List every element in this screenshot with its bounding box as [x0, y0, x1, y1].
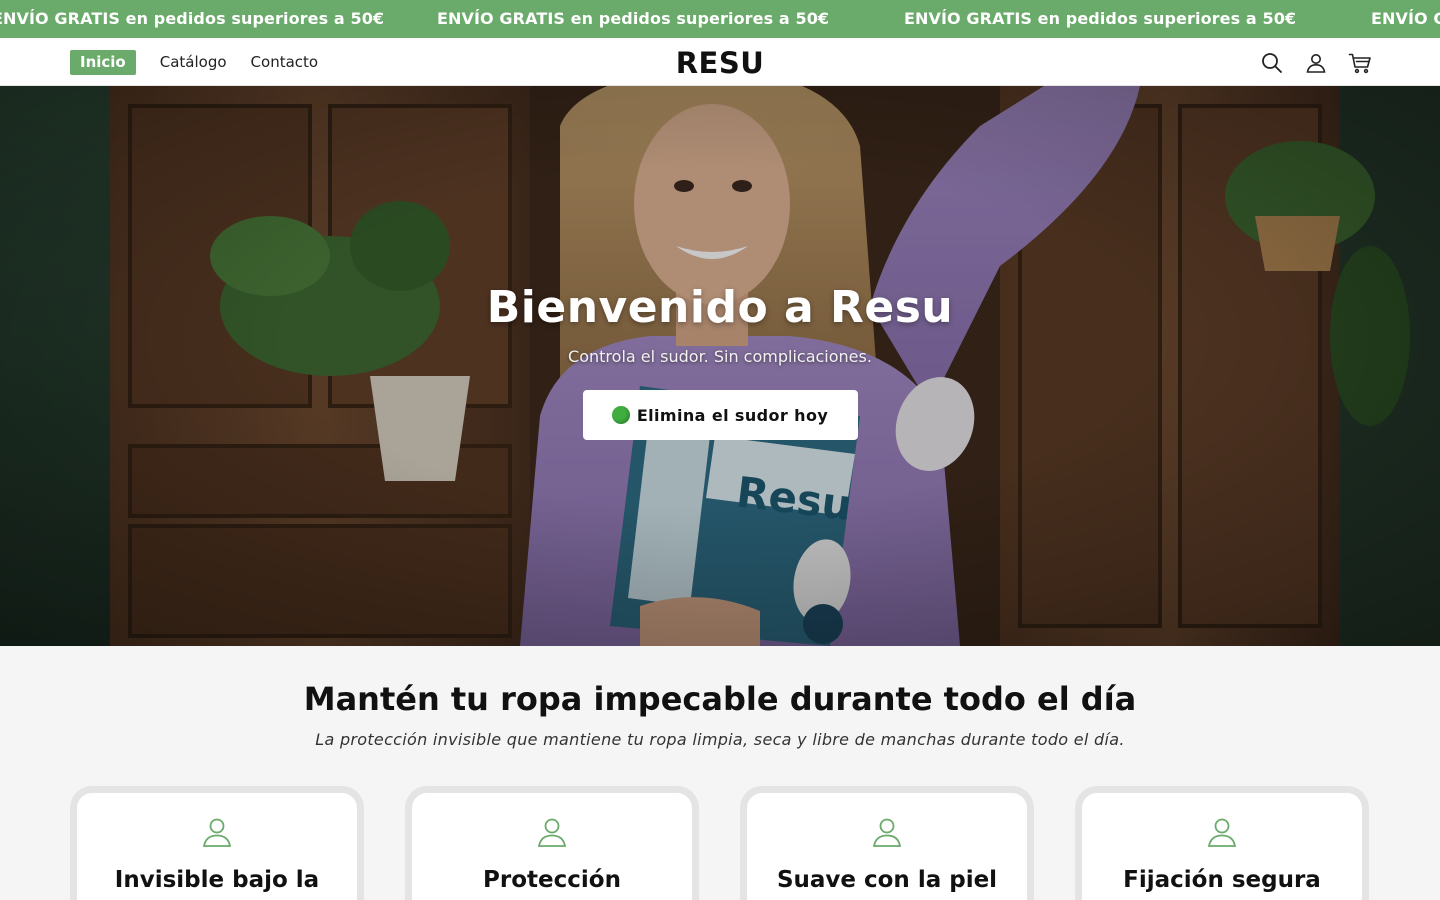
- feature-card-title: Suave con la piel: [776, 867, 998, 893]
- announcement-bar: ENVÍO GRATIS en pedidos superiores a 50€…: [0, 0, 1440, 38]
- hero-subtitle: Controla el sudor. Sin complicaciones.: [568, 347, 872, 366]
- announcement-text: ENVÍO GRATIS en pedidos superiores a 50€: [1371, 9, 1440, 28]
- site-header: Inicio Catálogo Contacto RESU: [0, 38, 1440, 86]
- features-section: Mantén tu ropa impecable durante todo el…: [0, 646, 1440, 900]
- feature-card: Fijación segura: [1075, 786, 1369, 900]
- person-icon: [200, 815, 234, 849]
- site-logo[interactable]: RESU: [0, 46, 1440, 80]
- person-icon: [535, 815, 569, 849]
- account-icon[interactable]: [1304, 51, 1328, 75]
- cta-button-label: Elimina el sudor hoy: [636, 405, 829, 425]
- feature-card-title: Protección: [483, 867, 621, 893]
- announcement-text: ENVÍO GRATIS en pedidos superiores a 50€: [0, 9, 385, 28]
- feature-card: Suave con la piel: [740, 786, 1034, 900]
- person-icon: [870, 815, 904, 849]
- cta-button[interactable]: Elimina el sudor hoy: [582, 390, 858, 440]
- feature-card-title: Invisible bajo la: [114, 867, 320, 893]
- announcement-text: ENVÍO GRATIS en pedidos superiores a 50€: [904, 9, 1297, 28]
- hero-title: Bienvenido a Resu: [486, 282, 954, 333]
- hero-content: Bienvenido a Resu Controla el sudor. Sin…: [0, 282, 1440, 440]
- hero-banner: Resu Bienvenido a Resu Controla el sudor…: [0, 86, 1440, 646]
- features-title: Mantén tu ropa impecable durante todo el…: [303, 680, 1137, 718]
- feature-card: Protección: [405, 786, 699, 900]
- feature-card-title: Fijación segura: [1123, 867, 1321, 893]
- features-subtitle: La protección invisible que mantiene tu …: [315, 730, 1125, 749]
- search-icon[interactable]: [1260, 51, 1284, 75]
- announcement-text: ENVÍO GRATIS en pedidos superiores a 50€: [437, 9, 830, 28]
- person-icon: [1205, 815, 1239, 849]
- feature-card: Invisible bajo la: [70, 786, 364, 900]
- green-circle-icon: [611, 406, 630, 424]
- cart-icon[interactable]: [1348, 51, 1372, 75]
